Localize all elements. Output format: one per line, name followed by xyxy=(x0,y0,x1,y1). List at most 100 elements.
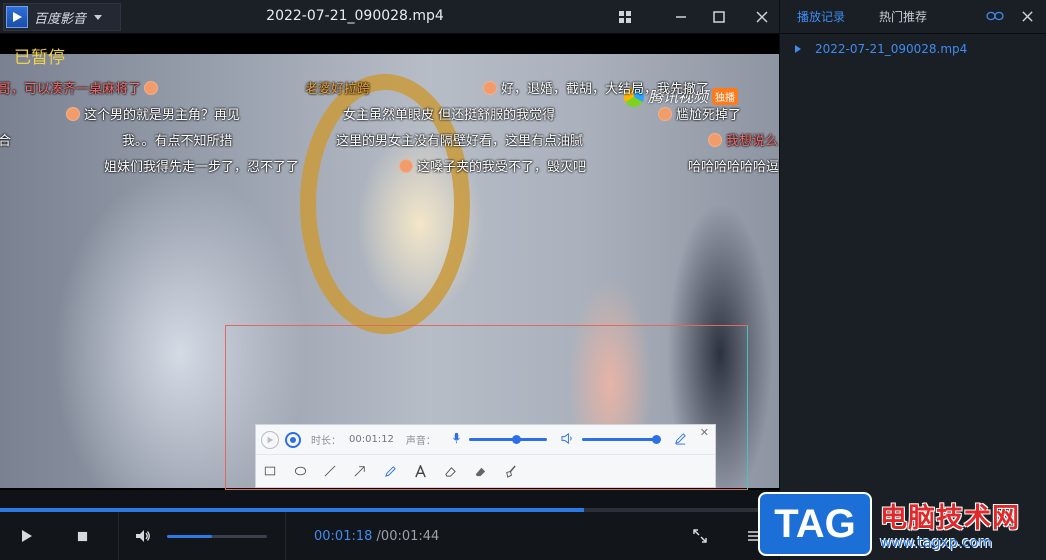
recording-status-row: 时长： 00:01:12 声音： ✕ xyxy=(256,425,715,455)
danmaku-text: 老婆好拉跨 xyxy=(305,82,371,97)
annotation-tools-row xyxy=(256,455,715,487)
danmaku-item: 哈哈哈哈哈哈逗 xyxy=(688,156,779,175)
site-url: www.tagxp.com xyxy=(880,535,992,551)
speaker-icon[interactable] xyxy=(561,432,574,448)
danmaku-text: 我。。有点不知所措 xyxy=(122,134,233,149)
minimize-button[interactable] xyxy=(669,6,693,28)
close-button[interactable] xyxy=(750,6,774,28)
record-button[interactable] xyxy=(285,431,301,448)
tab-play-history[interactable]: 播放记录 xyxy=(797,8,845,25)
avatar-icon xyxy=(66,107,80,121)
site-watermark: TAG 电脑技术网 www.tagxp.com xyxy=(752,490,1046,560)
minimize-icon xyxy=(676,16,686,18)
brush-tool-icon[interactable] xyxy=(382,463,398,479)
danmaku-item: 姐妹们我得先走一步了，忍不了了 xyxy=(104,156,299,175)
close-icon[interactable]: ✕ xyxy=(700,426,709,439)
danmaku-item: 合 xyxy=(0,130,11,149)
danmaku-text: 好，退婚，截胡，大结局，我先撤了 xyxy=(501,82,710,97)
danmaku-item: 这个男的就是男主角？再见 xyxy=(66,104,240,123)
eraser-tool-icon[interactable] xyxy=(442,463,458,479)
divider xyxy=(118,512,119,560)
pen-icon[interactable] xyxy=(674,432,687,448)
speaker-volume-slider[interactable] xyxy=(581,435,661,444)
arrow-tool-icon[interactable] xyxy=(352,463,368,479)
danmaku-item: 尴尬死掉了 xyxy=(658,104,741,123)
mic-icon[interactable] xyxy=(452,432,461,447)
danmaku-item: 我想说么 xyxy=(708,130,778,149)
close-icon[interactable] xyxy=(1018,7,1036,25)
volume-slider[interactable] xyxy=(167,534,267,538)
danmaku-item: 好，退婚，截胡，大结局，我先撤了 xyxy=(483,78,709,97)
app-name: 百度影音 xyxy=(34,11,87,27)
avatar-icon xyxy=(708,133,722,147)
maximize-button[interactable] xyxy=(707,6,731,28)
eraser-fill-tool-icon[interactable] xyxy=(472,463,488,479)
danmaku-text: 这个男的就是男主角？再见 xyxy=(84,108,241,123)
danmaku-item: 这嗓子夹的我受不了，毁灭吧 xyxy=(399,156,586,175)
grid-icon xyxy=(619,11,631,23)
rectangle-tool-icon[interactable] xyxy=(262,463,278,479)
play-icon xyxy=(22,530,32,542)
playing-icon xyxy=(795,45,801,53)
danmaku-text: 这里的男女主没有隔壁好看，这里有点油腻 xyxy=(336,134,584,149)
fullscreen-button[interactable] xyxy=(680,516,720,556)
time-display: 00:01:18 /00:01:44 xyxy=(314,529,439,544)
panel-actions xyxy=(986,7,1036,25)
grid-view-button[interactable] xyxy=(613,6,637,28)
avatar-icon xyxy=(399,159,413,173)
mute-button[interactable] xyxy=(123,516,163,556)
site-name: 电脑技术网 xyxy=(880,503,1020,534)
danmaku-text: 哈哈哈哈哈哈逗 xyxy=(688,160,779,175)
playlist-panel: 播放记录 热门推荐 2022-07-21_090028.mp4 xyxy=(779,0,1046,560)
play-button[interactable] xyxy=(6,516,46,556)
app-logo-icon xyxy=(6,6,28,28)
danmaku-text: 尴尬死掉了 xyxy=(676,108,742,123)
panel-tabs: 播放记录 热门推荐 xyxy=(780,0,1046,34)
text-tool-icon[interactable] xyxy=(412,463,428,479)
stop-button[interactable] xyxy=(62,516,102,556)
clear-brush-tool-icon[interactable] xyxy=(502,463,518,479)
window-title: 2022-07-21_090028.mp4 xyxy=(266,8,444,24)
danmaku-text: 哥，可以凑齐一桌麻将了 xyxy=(0,82,142,97)
avatar-icon xyxy=(483,81,497,95)
mic-volume-slider[interactable] xyxy=(468,435,547,444)
danmaku-item: 女主虽然单眼皮 但还挺舒服的我觉得 xyxy=(343,104,555,123)
duration-value: 00:01:12 xyxy=(349,434,394,445)
audio-label: 声音： xyxy=(405,436,436,447)
paused-status: 已暂停 xyxy=(14,48,65,68)
danmaku-item: 哥，可以凑齐一桌麻将了 xyxy=(0,78,162,97)
line-tool-icon[interactable] xyxy=(322,463,338,479)
avatar-icon xyxy=(658,107,672,121)
tag-logo: TAG xyxy=(758,492,872,556)
avatar-icon xyxy=(144,81,159,95)
ellipse-tool-icon[interactable] xyxy=(292,463,308,479)
tab-hot-recommend[interactable]: 热门推荐 xyxy=(879,8,927,25)
video-area[interactable]: 已暂停 腾讯视频 独播 哥，可以凑齐一桌麻将了 老婆好拉跨 好，退婚，截胡，大结… xyxy=(0,34,779,490)
watermark-badge: 独播 xyxy=(712,88,739,105)
recording-toolbar: 时长： 00:01:12 声音： ✕ xyxy=(255,424,716,488)
danmaku-item: 这里的男女主没有隔壁好看，这里有点油腻 xyxy=(336,130,583,149)
speaker-slider-knob[interactable] xyxy=(651,435,661,444)
stop-icon xyxy=(77,531,87,541)
player-window: 百度影音 2022-07-21_090028.mp4 已暂停 腾讯视频 独播 哥… xyxy=(0,0,1046,560)
link-icon[interactable] xyxy=(986,7,1004,25)
play-record-button[interactable] xyxy=(261,430,279,449)
chevron-down-icon xyxy=(94,14,103,20)
volume-icon xyxy=(136,530,150,542)
danmaku-text: 女主虽然单眼皮 但还挺舒服的我觉得 xyxy=(343,108,556,123)
maximize-icon xyxy=(713,11,725,23)
danmaku-item: 我。。有点不知所措 xyxy=(122,130,233,149)
danmaku-text: 姐妹们我得先走一步了，忍不了了 xyxy=(104,160,300,175)
volume-fill xyxy=(167,534,212,538)
play-icon xyxy=(267,436,274,443)
total-time: 00:01:44 xyxy=(380,528,440,544)
divider xyxy=(285,512,286,560)
mic-slider-knob[interactable] xyxy=(511,435,521,444)
app-menu-button[interactable]: 百度影音 xyxy=(3,3,121,31)
duration-label: 时长： xyxy=(311,436,341,447)
playlist-item[interactable]: 2022-07-21_090028.mp4 xyxy=(780,34,1046,64)
expand-icon xyxy=(693,529,707,543)
close-icon xyxy=(756,11,768,23)
title-bar: 百度影音 2022-07-21_090028.mp4 xyxy=(0,0,779,34)
danmaku-text: 合 xyxy=(0,134,12,149)
